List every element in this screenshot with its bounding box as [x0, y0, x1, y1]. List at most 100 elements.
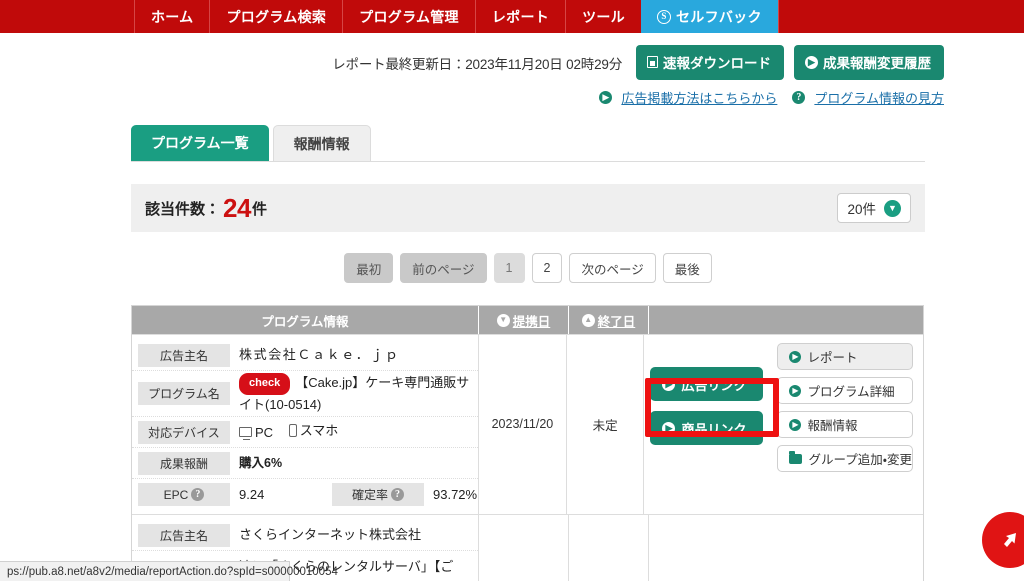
chevron-down-icon: ▼	[496, 313, 510, 327]
secondary-action-buttons: ▶ レポート ▶ プログラム詳細 ▶ 報酬情報 グループ追加・変更	[769, 343, 913, 504]
result-count-unit: 件	[251, 200, 267, 218]
result-count-number: 24	[223, 192, 251, 223]
device-pc-label: PC	[255, 424, 274, 440]
nav-item-label: プログラム検索	[226, 8, 327, 25]
report-button-label: レポート	[807, 351, 858, 365]
arrow-right-circle-icon: ▶	[789, 384, 802, 397]
device-pc: PC	[239, 423, 273, 443]
pagination: 最初 前のページ 1 2 次のページ 最後	[131, 253, 925, 283]
reward-history-button[interactable]: ▶ 成果報酬変更履歴	[794, 45, 944, 80]
tab-program-list[interactable]: プログラム一覧	[131, 125, 269, 161]
chevron-up-icon: ▲	[581, 313, 595, 327]
cell-program-info: 広告主名 株式会社Ｃａｋｅ．ｊｐ プログラム名 check 【Cake.jp】ケー…	[132, 335, 479, 514]
column-header-actions	[649, 306, 923, 334]
status-bar-url: ps://pub.a8.net/a8v2/media/reportAction.…	[7, 565, 338, 578]
arrow-right-circle-icon: ▶	[789, 418, 802, 431]
tab-reward-info[interactable]: 報酬情報	[272, 125, 371, 161]
pagination-page-1[interactable]: 1	[493, 253, 525, 283]
stats-row: EPC ? 9.24 確定率 ? 93.72%	[132, 483, 520, 506]
column-header-program-info: プログラム情報	[132, 306, 479, 334]
cell-end-date: 未定	[567, 335, 645, 514]
pagination-page-2[interactable]: 2	[531, 253, 563, 283]
nav-item-program-search[interactable]: プログラム検索	[209, 0, 342, 33]
report-header-row-links: ▶ 広告掲載方法はこちらから ? プログラム情報の見方	[0, 80, 1024, 107]
nav-item-label: プログラム管理	[359, 8, 459, 25]
arrow-right-circle-icon: ▶	[662, 421, 676, 435]
field-label: 広告主名	[138, 343, 230, 367]
nav-item-label: レポート	[491, 8, 550, 25]
pagination-prev[interactable]: 前のページ	[400, 253, 487, 283]
tab-label: プログラム一覧	[151, 135, 249, 151]
epc-value: 9.24	[239, 487, 265, 502]
program-detail-button[interactable]: ▶ プログラム詳細	[777, 377, 913, 404]
table-header-row: プログラム情報 ▼ 提携日 ▲ 終了日	[132, 306, 923, 334]
table-row: 広告主名 株式会社Ｃａｋｅ．ｊｐ プログラム名 check 【Cake.jp】ケー…	[132, 334, 923, 514]
product-link-button[interactable]: ▶ 商品リンク	[650, 411, 764, 445]
nav-item-label: ツール	[582, 8, 625, 25]
program-info-name: プログラム名 check 【Cake.jp】ケーキ専門通販サイト(10-0514)	[132, 371, 478, 417]
field-label: 成果報酬	[138, 451, 230, 475]
program-info-reward: 成果報酬 購入6%	[132, 448, 478, 479]
nav-item-tool[interactable]: ツール	[565, 0, 641, 33]
nav-item-label: セルフバック	[675, 8, 762, 25]
arrow-up-left-icon	[1004, 533, 1016, 547]
nav-item-program-manage[interactable]: プログラム管理	[342, 0, 475, 33]
primary-link-buttons: ▶ 広告リンク ▶ 商品リンク	[644, 343, 769, 504]
nav-item-home[interactable]: ホーム	[134, 0, 209, 33]
global-navigation: ホーム プログラム検索 プログラム管理 レポート ツール S セルフバック	[0, 0, 1024, 33]
link-ad-method[interactable]: 広告掲載方法はこちらから	[621, 88, 777, 107]
smartphone-icon	[288, 424, 297, 438]
column-header-end-date[interactable]: ▲ 終了日	[569, 306, 649, 334]
group-edit-button[interactable]: グループ追加・変更	[777, 445, 913, 472]
download-button[interactable]: 速報ダウンロード	[636, 45, 784, 80]
question-mark-icon: ?	[792, 91, 806, 104]
arrow-right-circle-icon: ▶	[805, 55, 818, 69]
report-header: レポート最終更新日：2023年11月20日 02時29分 速報ダウンロード ▶ …	[0, 33, 1024, 107]
epc-label-text: EPC	[163, 487, 189, 502]
ad-link-button-label: 広告リンク	[681, 377, 747, 393]
arrow-right-circle-icon: ▶	[789, 350, 802, 363]
nav-item-report[interactable]: レポート	[474, 0, 565, 33]
nav-item-label: ホーム	[151, 8, 194, 25]
cell-actions: ▶ 広告リンク ▶ 商品リンク ▶ レポート ▶ プログラム詳細 ▶ 報酬情報 …	[644, 335, 923, 514]
column-header-partner-date[interactable]: ▼ 提携日	[479, 306, 569, 334]
field-label: 広告主名	[138, 523, 230, 547]
device-sp-label: スマホ	[299, 423, 339, 439]
tab-label: 報酬情報	[293, 135, 350, 152]
device-smartphone: スマホ	[288, 421, 339, 441]
pagination-label: 次のページ	[581, 262, 644, 277]
field-label-rate: 確定率 ?	[332, 483, 424, 506]
group-edit-button-label: グループ追加・変更	[808, 453, 912, 467]
pagination-first[interactable]: 最初	[344, 253, 394, 283]
product-link-button-label: 商品リンク	[681, 421, 747, 437]
cell-actions	[649, 515, 923, 581]
column-header-label: 終了日	[597, 314, 636, 329]
column-header-label: プログラム情報	[261, 314, 349, 329]
folder-icon	[789, 450, 803, 464]
rate-label-text: 確定率	[351, 488, 388, 502]
nav-item-selfback[interactable]: S セルフバック	[640, 0, 779, 33]
ad-link-button[interactable]: ▶ 広告リンク	[650, 367, 764, 401]
desktop-icon	[239, 427, 252, 441]
column-header-label: 提携日	[512, 314, 551, 329]
reward-info-button-label: 報酬情報	[807, 419, 858, 433]
cursor-indicator	[982, 512, 1024, 568]
per-page-value: 20件	[847, 202, 876, 217]
result-count-bar: 該当件数： 24 件 20件 ▼	[131, 184, 925, 232]
field-label: プログラム名	[138, 382, 230, 405]
field-label: 対応デバイス	[138, 420, 230, 444]
help-icon[interactable]: ?	[391, 488, 404, 501]
pagination-label: 1	[505, 261, 513, 275]
per-page-select[interactable]: 20件 ▼	[837, 193, 911, 223]
result-count-label: 該当件数：	[145, 200, 221, 218]
pagination-next[interactable]: 次のページ	[569, 253, 656, 283]
reward-info-button[interactable]: ▶ 報酬情報	[777, 411, 913, 438]
download-icon	[647, 56, 658, 68]
link-program-info[interactable]: プログラム情報の見方	[814, 88, 944, 107]
pagination-last[interactable]: 最後	[662, 253, 712, 283]
report-button[interactable]: ▶ レポート	[777, 343, 913, 370]
chevron-down-icon: ▼	[884, 199, 901, 217]
help-icon[interactable]: ?	[191, 488, 205, 501]
arrow-right-circle-icon: ▶	[599, 91, 613, 104]
browser-status-bar: ps://pub.a8.net/a8v2/media/reportAction.…	[0, 561, 338, 581]
